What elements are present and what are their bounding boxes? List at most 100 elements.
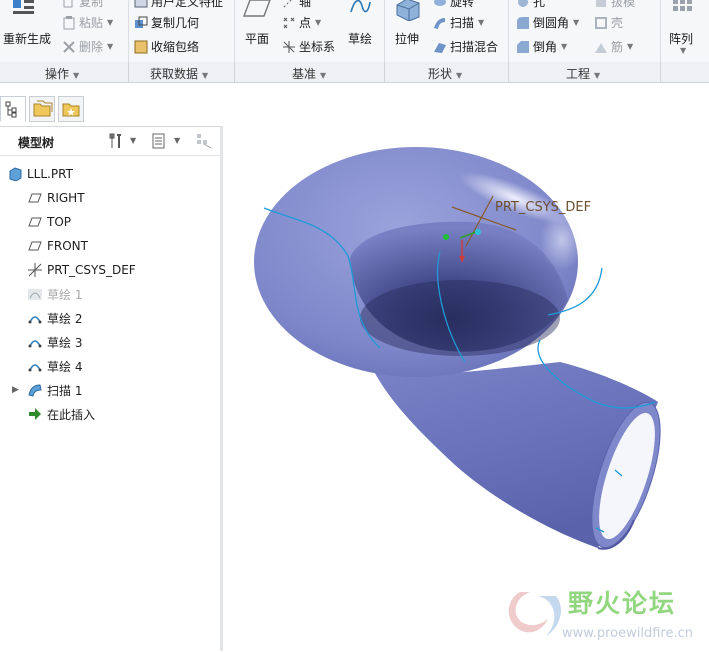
ribbon: 重新生成 复制 粘贴 ▼ 删除 ▼ 用户定义特征 复制几何 收缩包络 平面 轴 点 ▼ [0, 0, 709, 63]
navigator-tabs [0, 94, 222, 124]
shell-button[interactable]: 壳 [594, 14, 623, 31]
settings-dropdown-icon[interactable]: ▼ [130, 136, 148, 154]
tree-item-csys[interactable]: PRT_CSYS_DEF [28, 259, 246, 281]
shrinkwrap-button[interactable]: 收缩包络 [134, 38, 199, 55]
rib-button[interactable]: 筋 ▼ [594, 38, 633, 55]
datum-plane-icon [28, 215, 42, 229]
hole-icon [516, 0, 530, 9]
model-tree-icon [5, 101, 17, 118]
draft-icon [594, 0, 608, 9]
part-icon [8, 167, 22, 182]
datum-plane-icon [28, 191, 42, 205]
swept-blend-icon [433, 40, 447, 54]
favorites-icon [62, 103, 80, 117]
sketch-icon [28, 287, 42, 301]
group-get-data[interactable]: 获取数据 ▼ [150, 65, 208, 82]
graphics-window[interactable]: PRT_CSYS_DEF 野火论坛 www.proewildfire.cn [223, 83, 709, 650]
tab-favorites[interactable] [58, 96, 84, 122]
sketch-icon [28, 311, 42, 325]
group-engineering[interactable]: 工程 ▼ [566, 65, 600, 82]
chamfer-button[interactable]: 倒角 ▼ [516, 38, 567, 55]
tree-item-top[interactable]: TOP [28, 211, 246, 233]
csys-icon [282, 40, 296, 54]
tree-item-sweep-1[interactable]: ▶ 扫描 1 [0, 379, 218, 401]
copy-geometry-icon [134, 16, 148, 30]
tree-item-sketch-4[interactable]: 草绘 4 [28, 355, 246, 377]
tab-folder-browser[interactable] [29, 96, 55, 122]
watermark-logo: 野火论坛 www.proewildfire.cn [508, 589, 693, 641]
tree-item-sketch-2[interactable]: 草绘 2 [28, 307, 246, 329]
tab-model-tree[interactable] [0, 96, 26, 122]
ribbon-separator [234, 0, 235, 62]
sweep-icon [433, 16, 447, 30]
csys-button[interactable]: 坐标系 [282, 38, 335, 55]
tree-item-insert-here[interactable]: 在此插入 [28, 403, 246, 425]
datum-plane-icon [28, 239, 42, 253]
regenerate-icon[interactable] [10, 0, 38, 22]
draft-button[interactable]: 拔模 [594, 0, 635, 10]
sweep-icon [28, 383, 42, 397]
axis-icon [282, 0, 296, 9]
group-shape[interactable]: 形状 ▼ [428, 65, 462, 82]
settings-tools-icon[interactable] [108, 132, 126, 150]
tree-item-sketch-1[interactable]: 草绘 1 [28, 283, 246, 305]
ribbon-separator [660, 0, 661, 62]
pattern-button[interactable]: 阵列 [669, 30, 693, 47]
point-icon [282, 16, 296, 30]
round-icon [516, 16, 530, 30]
filter-icon[interactable] [195, 132, 213, 150]
ribbon-separator [384, 0, 385, 62]
axis-button[interactable]: 轴 [282, 0, 311, 10]
watermark-url: www.proewildfire.cn [562, 626, 693, 641]
group-separator [384, 62, 385, 82]
paste-button[interactable]: 粘贴 ▼ [62, 14, 113, 31]
copy-icon [62, 0, 76, 9]
shell-icon [594, 16, 608, 30]
tree-item-right[interactable]: RIGHT [28, 187, 246, 209]
group-separator [660, 62, 661, 82]
ribbon-separator [128, 0, 129, 62]
ribbon-separator [508, 0, 509, 62]
plane-button[interactable]: 平面 [245, 30, 269, 47]
swept-blend-button[interactable]: 扫描混合 [433, 38, 498, 55]
sweep-button[interactable]: 扫描 ▼ [433, 14, 484, 31]
extrude-icon[interactable] [393, 0, 423, 21]
folder-icon [33, 100, 53, 117]
point-button[interactable]: 点 ▼ [282, 14, 321, 31]
regenerate-button[interactable]: 重新生成 [3, 30, 51, 47]
paste-icon [62, 15, 76, 30]
hole-button[interactable]: 孔 [516, 0, 545, 10]
show-dropdown-icon[interactable]: ▼ [174, 136, 192, 154]
pattern-icon[interactable] [671, 0, 695, 19]
revolve-button[interactable]: 旋转 [433, 0, 474, 10]
sketch-icon[interactable] [348, 0, 372, 18]
copy-geometry-button[interactable]: 复制几何 [134, 14, 199, 31]
model-tree-panel: 模型树 ▼ ▼ LLL.PRT RIGHT TOP FRONT PRT_CSYS… [0, 126, 223, 651]
tree-item-sketch-3[interactable]: 草绘 3 [28, 331, 246, 353]
round-button[interactable]: 倒圆角 ▼ [516, 14, 579, 31]
sketch-button[interactable]: 草绘 [348, 30, 372, 47]
group-separator [234, 62, 235, 82]
copy-button[interactable]: 复制 [62, 0, 103, 10]
expand-arrow-icon[interactable]: ▶ [12, 385, 19, 395]
model-tree-title: 模型树 [18, 136, 55, 150]
extrude-button[interactable]: 拉伸 [395, 30, 419, 47]
delete-button[interactable]: 删除 ▼ [62, 38, 113, 55]
sketch-icon [28, 359, 42, 373]
udf-button[interactable]: 用户定义特征 [134, 0, 223, 10]
group-datum[interactable]: 基准 ▼ [292, 65, 326, 82]
group-separator [508, 62, 509, 82]
model-3d-view[interactable]: PRT_CSYS_DEF 野火论坛 www.proewildfire.cn [223, 83, 709, 650]
model-tree-header: 模型树 ▼ ▼ [0, 127, 220, 156]
plane-icon[interactable] [242, 0, 272, 18]
tree-item-part[interactable]: LLL.PRT [8, 163, 226, 185]
group-operations[interactable]: 操作 ▼ [45, 65, 79, 82]
ribbon-group-bar: 操作 ▼ 获取数据 ▼ 基准 ▼ 形状 ▼ 工程 ▼ [0, 62, 709, 83]
show-options-icon[interactable] [150, 132, 168, 150]
shrinkwrap-icon [134, 40, 148, 54]
pattern-dropdown-icon[interactable]: ▼ [680, 46, 686, 55]
csys-label: PRT_CSYS_DEF [495, 200, 591, 215]
csys-icon [28, 263, 42, 277]
tree-item-front[interactable]: FRONT [28, 235, 246, 257]
delete-icon [62, 40, 76, 54]
